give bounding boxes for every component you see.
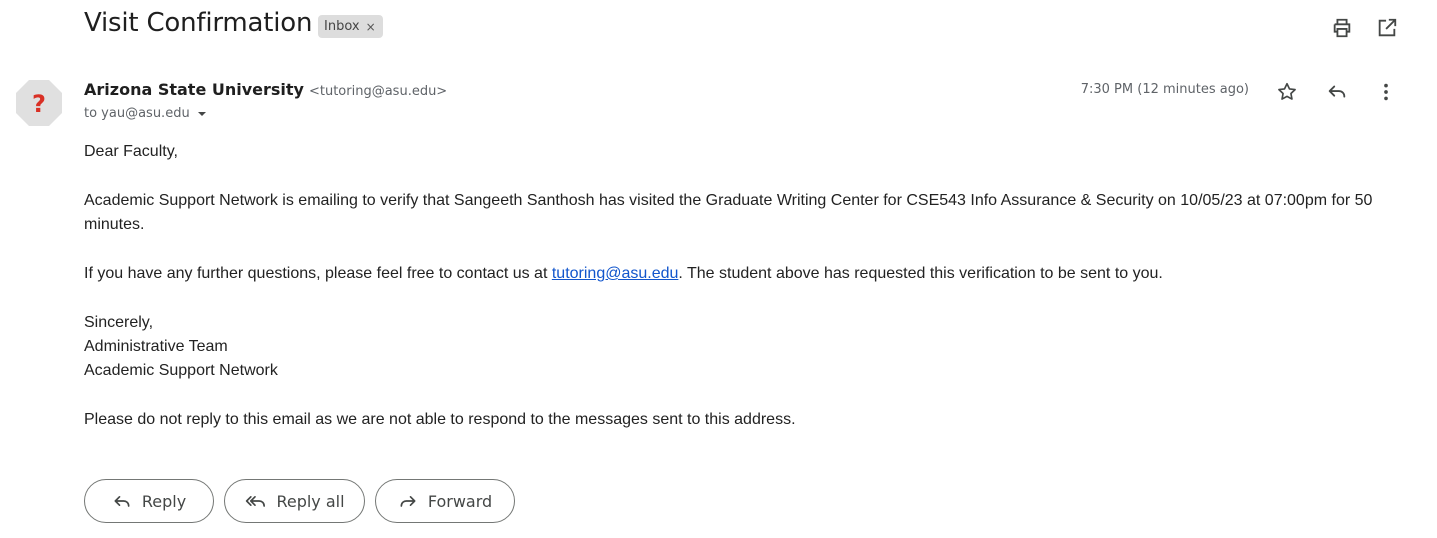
open-in-new-window-icon <box>1376 17 1398 39</box>
signature-team: Administrative Team <box>84 338 228 355</box>
reply-button[interactable]: Reply <box>84 479 214 523</box>
reply-all-label: Reply all <box>276 491 345 511</box>
recipient-line: to yau@asu.edu <box>84 106 208 121</box>
sender-email: <tutoring@asu.edu> <box>308 84 448 99</box>
print-button[interactable] <box>1322 8 1362 48</box>
signature-org: Academic Support Network <box>84 362 278 379</box>
greeting: Dear Faculty, <box>84 143 178 160</box>
body-paragraph-1: Academic Support Network is emailing to … <box>84 192 1373 233</box>
sender-line: Arizona State University <tutoring@asu.e… <box>84 80 447 99</box>
open-in-new-window-button[interactable] <box>1367 8 1407 48</box>
forward-label: Forward <box>427 491 493 511</box>
reply-all-button[interactable]: Reply all <box>224 479 365 523</box>
reply-icon <box>112 491 132 511</box>
avatar-glyph: ? <box>32 90 46 118</box>
more-vertical-icon <box>1375 81 1397 103</box>
recipient-text: to yau@asu.edu <box>84 106 190 121</box>
signoff: Sincerely, <box>84 314 154 331</box>
forward-icon <box>398 491 418 511</box>
star-icon <box>1276 81 1298 103</box>
remove-label-icon[interactable]: × <box>366 20 376 34</box>
footer-note: Please do not reply to this email as we … <box>84 411 796 428</box>
reply-icon <box>1326 81 1348 103</box>
avatar: ? <box>16 80 62 126</box>
star-button[interactable] <box>1267 72 1307 112</box>
more-options-button[interactable] <box>1366 72 1406 112</box>
para2-before: If you have any further questions, pleas… <box>84 265 552 282</box>
timestamp: 7:30 PM (12 minutes ago) <box>1080 82 1249 97</box>
email-subject: Visit Confirmation <box>84 8 313 38</box>
contact-email-link[interactable]: tutoring@asu.edu <box>552 265 679 282</box>
reply-button-top[interactable] <box>1317 72 1357 112</box>
print-icon <box>1331 17 1353 39</box>
inbox-label-chip: Inbox × <box>318 15 383 38</box>
sender-name: Arizona State University <box>84 80 304 99</box>
reply-all-icon <box>244 491 266 511</box>
reply-label: Reply <box>141 491 187 511</box>
caret-down-icon[interactable] <box>196 108 208 120</box>
para2-after: . The student above has requested this v… <box>678 265 1163 282</box>
body-paragraph-2: If you have any further questions, pleas… <box>84 262 1404 286</box>
label-text: Inbox <box>324 19 360 34</box>
email-body: Dear Faculty, Academic Support Network i… <box>84 140 1404 432</box>
forward-button[interactable]: Forward <box>375 479 515 523</box>
